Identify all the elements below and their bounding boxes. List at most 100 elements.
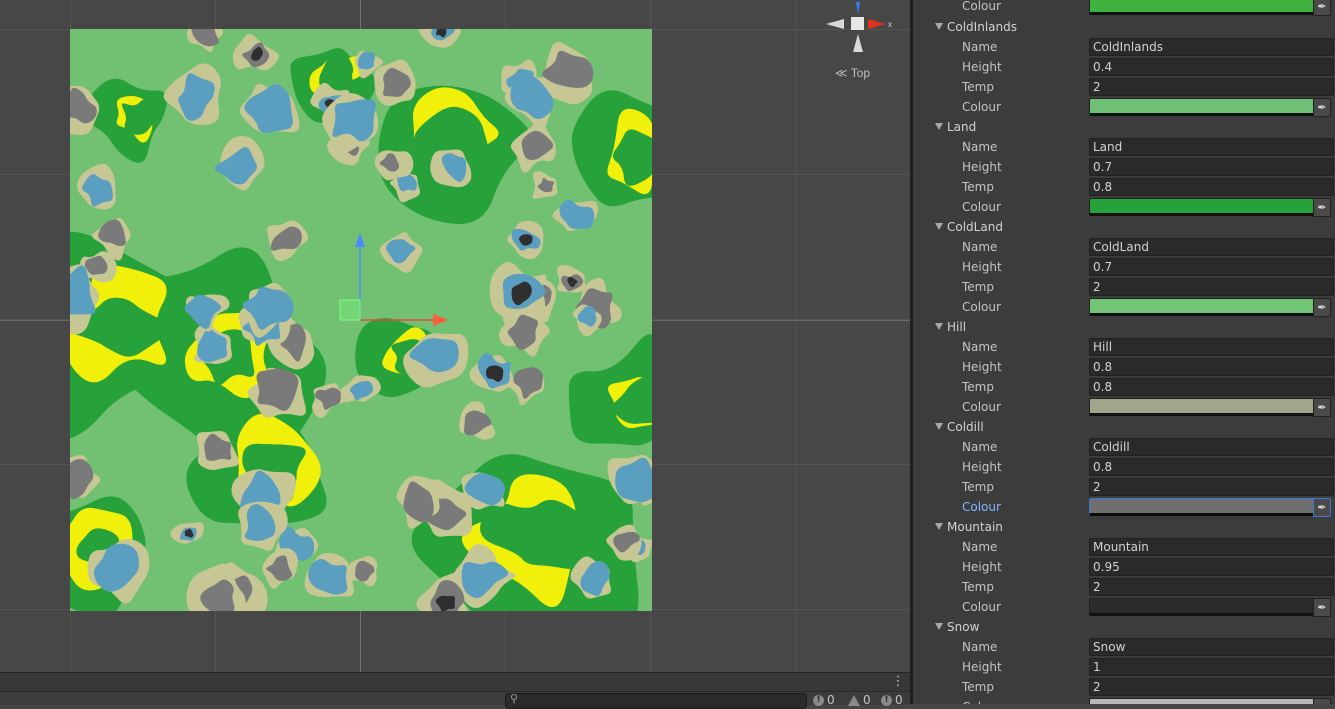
foldout-arrow-icon[interactable] <box>935 423 943 430</box>
foldout-header[interactable]: Snow <box>935 617 979 637</box>
foldout-header[interactable]: Mountain <box>935 517 1003 537</box>
name-field[interactable]: Land <box>1089 138 1334 156</box>
console-menu-icon[interactable]: ⋮ <box>890 673 906 691</box>
foldout-row[interactable]: Land <box>913 117 1335 137</box>
temp-field[interactable]: 0.8 <box>1089 378 1334 396</box>
eyedropper-icon[interactable]: ✒ <box>1313 98 1331 117</box>
warning-count: 0 <box>863 693 871 707</box>
foldout-header[interactable]: Coldill <box>935 417 984 437</box>
y-axis-arrow-icon[interactable] <box>355 233 365 247</box>
xy-plane-handle[interactable] <box>339 299 361 321</box>
foldout-header[interactable]: Hill <box>935 317 966 337</box>
gizmo-neg-x-cone-icon[interactable] <box>826 19 844 29</box>
name-label: Name <box>962 240 998 254</box>
foldout-header[interactable]: ColdLand <box>935 217 1003 237</box>
name-field[interactable]: ColdLand <box>1089 238 1334 256</box>
eyedropper-icon[interactable]: ✒ <box>1313 598 1331 617</box>
name-field[interactable]: Mountain <box>1089 538 1334 556</box>
x-axis-arrow-icon[interactable] <box>433 314 448 326</box>
foldout-arrow-icon[interactable] <box>935 123 943 130</box>
foldout-title: Mountain <box>947 520 1003 534</box>
height-field[interactable]: 0.8 <box>1089 358 1334 376</box>
colour-row: Colour ✒ <box>913 97 1335 117</box>
temp-field[interactable]: 2 <box>1089 678 1334 696</box>
colour-row: Colour ✒ <box>913 297 1335 317</box>
height-label: Height <box>962 160 1002 174</box>
foldout-header[interactable]: ColdInlands <box>935 17 1017 37</box>
orientation-gizmo[interactable]: x <box>818 0 898 64</box>
name-label: Name <box>962 540 998 554</box>
warning-count-button[interactable]: 0 <box>848 693 871 707</box>
console-search-input[interactable]: ⚲ <box>505 692 807 709</box>
foldout-arrow-icon[interactable] <box>935 223 943 230</box>
scene-view[interactable]: x ≪ Top <box>0 0 910 672</box>
name-field[interactable]: Hill <box>1089 338 1334 356</box>
eyedropper-icon[interactable]: ✒ <box>1313 0 1331 16</box>
name-field[interactable]: Coldill <box>1089 438 1334 456</box>
foldout-row[interactable]: Hill <box>913 317 1335 337</box>
colour-field[interactable] <box>1089 698 1315 704</box>
error-count-button[interactable]: ! 0 <box>881 693 903 707</box>
height-field[interactable]: 0.7 <box>1089 258 1334 276</box>
gizmo-neg-y-cone-icon[interactable] <box>853 34 863 52</box>
temp-label: Temp <box>962 580 994 594</box>
temp-field[interactable]: 2 <box>1089 278 1334 296</box>
temp-label: Temp <box>962 680 994 694</box>
foldout-row[interactable]: Snow <box>913 617 1335 637</box>
temp-label: Temp <box>962 180 994 194</box>
colour-field[interactable] <box>1089 198 1315 216</box>
height-label: Height <box>962 460 1002 474</box>
gizmo-center-cube-icon[interactable] <box>851 17 864 30</box>
colour-field[interactable] <box>1089 398 1315 416</box>
eyedropper-icon[interactable]: ✒ <box>1313 298 1331 317</box>
colour-row: Colour ✒ <box>913 497 1335 517</box>
foldout-row[interactable]: Mountain <box>913 517 1335 537</box>
colour-field[interactable] <box>1089 98 1315 116</box>
foldout-title: ColdInlands <box>947 20 1017 34</box>
height-field[interactable]: 1 <box>1089 658 1334 676</box>
height-field[interactable]: 0.8 <box>1089 458 1334 476</box>
colour-field[interactable] <box>1089 498 1315 516</box>
temp-field[interactable]: 2 <box>1089 578 1334 596</box>
gizmo-y-cone-icon[interactable] <box>856 2 860 14</box>
foldout-arrow-icon[interactable] <box>935 23 943 30</box>
temp-field[interactable]: 2 <box>1089 78 1334 96</box>
colour-label: Colour <box>962 697 1001 704</box>
height-label: Height <box>962 560 1002 574</box>
foldout-row[interactable]: ColdLand <box>913 217 1335 237</box>
foldout-arrow-icon[interactable] <box>935 623 943 630</box>
move-tool-gizmo[interactable] <box>330 225 460 335</box>
eyedropper-icon[interactable]: ✒ <box>1313 498 1331 517</box>
foldout-arrow-icon[interactable] <box>935 323 943 330</box>
gizmo-x-cone-icon[interactable] <box>868 19 886 29</box>
colour-row: Colour ✒ <box>913 197 1335 217</box>
name-label: Name <box>962 640 998 654</box>
colour-field[interactable] <box>1089 0 1315 15</box>
eyedropper-icon[interactable]: ✒ <box>1313 698 1331 704</box>
name-field[interactable]: Snow <box>1089 638 1334 656</box>
name-row: Name Hill <box>913 337 1335 357</box>
log-count-button[interactable]: ! 0 <box>813 693 835 707</box>
foldout-row[interactable]: Coldill <box>913 417 1335 437</box>
name-field[interactable]: ColdInlands <box>1089 38 1334 56</box>
top-colour-row: Colour ✒ <box>913 0 1335 16</box>
height-field[interactable]: 0.7 <box>1089 158 1334 176</box>
height-row: Height 0.7 <box>913 257 1335 277</box>
height-row: Height 0.7 <box>913 157 1335 177</box>
view-mode-label[interactable]: ≪ Top <box>835 66 870 80</box>
foldout-arrow-icon[interactable] <box>935 523 943 530</box>
eyedropper-icon[interactable]: ✒ <box>1313 398 1331 417</box>
name-label: Name <box>962 140 998 154</box>
console-header <box>0 673 910 692</box>
temp-field[interactable]: 2 <box>1089 478 1334 496</box>
colour-row: Colour ✒ <box>913 397 1335 417</box>
colour-field[interactable] <box>1089 598 1315 616</box>
temp-field[interactable]: 0.8 <box>1089 178 1334 196</box>
height-field[interactable]: 0.95 <box>1089 558 1334 576</box>
foldout-header[interactable]: Land <box>935 117 976 137</box>
temp-label: Temp <box>962 80 994 94</box>
height-field[interactable]: 0.4 <box>1089 58 1334 76</box>
foldout-row[interactable]: ColdInlands <box>913 17 1335 37</box>
colour-field[interactable] <box>1089 298 1315 316</box>
eyedropper-icon[interactable]: ✒ <box>1313 198 1331 217</box>
